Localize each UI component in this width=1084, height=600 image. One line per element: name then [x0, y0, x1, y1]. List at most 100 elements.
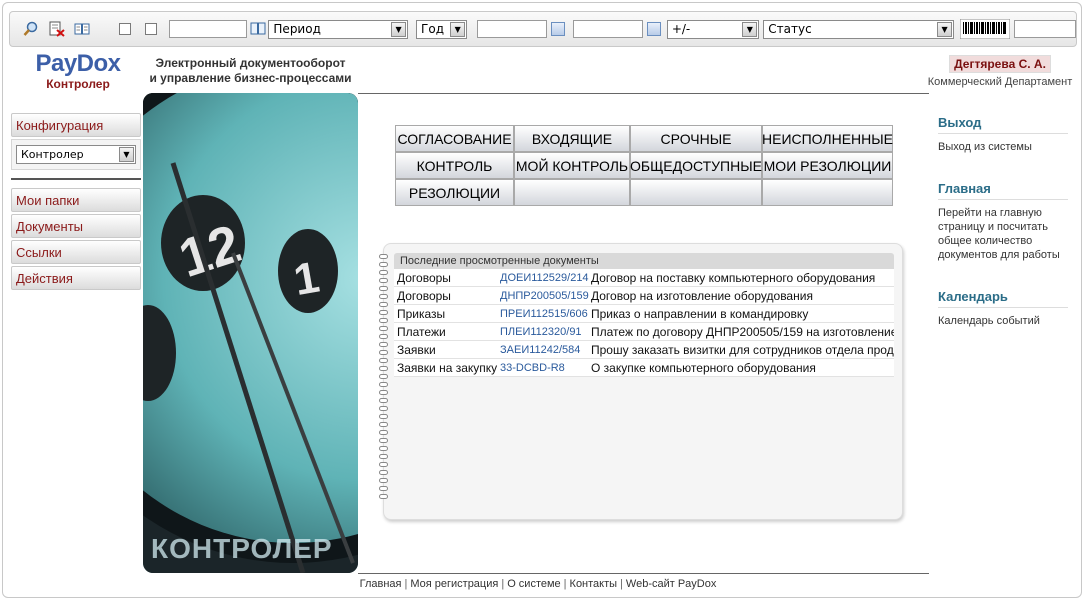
doc-type: Заявки — [397, 342, 436, 357]
table-row[interactable]: Платежи ПЛЕИ112320/91 Платеж по договору… — [394, 323, 894, 341]
category-urgent[interactable]: СРОЧНЫЕ — [630, 125, 762, 152]
footer-link-registration[interactable]: Моя регистрация — [410, 578, 498, 590]
footer-link-website[interactable]: Web-сайт PayDox — [626, 578, 716, 590]
nav-configuration[interactable]: Конфигурация — [11, 113, 141, 137]
recent-documents-list: Договоры ДОЕИ112529/214 Договор на поста… — [394, 269, 894, 377]
doc-code-link[interactable]: ДНПР200505/159 — [500, 290, 591, 302]
recent-documents-panel: Последние просмотренные документы Догово… — [379, 243, 903, 520]
category-my-control[interactable]: МОЙ КОНТРОЛЬ — [514, 152, 630, 179]
doc-title[interactable]: Платеж по договору ДНПР200505/159 на изг… — [591, 325, 894, 339]
footer-link-home[interactable]: Главная — [360, 578, 402, 590]
chevron-down-icon: ▼ — [391, 21, 407, 37]
chevron-down-icon: ▼ — [742, 21, 758, 37]
table-row[interactable]: Договоры ДНПР200505/159 Договор на изгот… — [394, 287, 894, 305]
user-info: Дегтярева С. А. Коммерческий Департамент — [925, 55, 1075, 88]
doc-type: Договоры — [397, 270, 451, 285]
footer-link-contacts[interactable]: Контакты — [570, 578, 618, 590]
role-select-wrap: Контролер ▼ — [11, 139, 141, 170]
category-my-resolutions[interactable]: МОИ РЕЗОЛЮЦИИ — [762, 152, 893, 179]
category-grid: СОГЛАСОВАНИЕ ВХОДЯЩИЕ СРОЧНЫЕ НЕИСПОЛНЕН… — [395, 125, 893, 206]
year-select-value: Год — [421, 22, 444, 36]
doc-code-link[interactable]: 33-DCBD-R8 — [500, 362, 591, 374]
date-from-input[interactable] — [477, 20, 548, 38]
doc-title[interactable]: Договор на изготовление оборудования — [591, 289, 894, 303]
sign-select[interactable]: +/- ▼ — [666, 19, 760, 39]
barcode-icon[interactable] — [960, 19, 1011, 39]
book-icon[interactable] — [249, 20, 267, 38]
toolbar: Период ▼ Год ▼ +/- ▼ Статус ▼ — [9, 11, 1077, 47]
filter-checkbox-1[interactable] — [119, 23, 131, 35]
year-select[interactable]: Год ▼ — [416, 19, 468, 39]
tagline: Электронный документооборот и управление… — [143, 56, 358, 86]
category-empty[interactable] — [630, 179, 762, 206]
calendar-icon[interactable] — [647, 22, 661, 36]
calendar-icon[interactable] — [551, 22, 566, 36]
user-department: Коммерческий Департамент — [927, 76, 1073, 88]
category-control[interactable]: КОНТРОЛЬ — [395, 152, 514, 179]
category-empty[interactable] — [762, 179, 893, 206]
calendar-link[interactable]: Календарь — [938, 289, 1068, 308]
nav-actions[interactable]: Действия — [11, 266, 141, 290]
date-to-input[interactable] — [573, 20, 644, 38]
logo[interactable]: PayDox Контролер — [33, 50, 123, 92]
status-select-value: Статус — [768, 22, 812, 36]
table-row[interactable]: Заявки ЗАЕИ11242/584 Прошу заказать визи… — [394, 341, 894, 359]
app-frame: Период ▼ Год ▼ +/- ▼ Статус ▼ PayDox Кон… — [2, 2, 1082, 598]
category-empty[interactable] — [514, 179, 630, 206]
search-text-input[interactable] — [168, 20, 247, 38]
category-public[interactable]: ОБЩЕДОСТУПНЫЕ — [630, 152, 762, 179]
doc-title[interactable]: Прошу заказать визитки для сотрудников о… — [591, 343, 894, 357]
doc-title[interactable]: Договор на поставку компьютерного оборуд… — [591, 271, 894, 285]
right-sidebar: Выход Выход из системы Главная Перейти н… — [938, 115, 1068, 355]
doc-code-link[interactable]: ДОЕИ112529/214 — [500, 272, 591, 284]
period-select[interactable]: Период ▼ — [268, 19, 409, 39]
clear-filter-icon[interactable] — [48, 20, 66, 38]
role-select-value: Контролер — [21, 148, 84, 161]
nav-divider — [11, 178, 141, 180]
category-unfulfilled[interactable]: НЕИСПОЛНЕННЫЕ — [762, 125, 893, 152]
category-resolutions[interactable]: РЕЗОЛЮЦИИ — [395, 179, 514, 206]
right-block-exit: Выход Выход из системы — [938, 115, 1068, 154]
nav-my-folders[interactable]: Мои папки — [11, 188, 141, 212]
nav-documents[interactable]: Документы — [11, 214, 141, 238]
table-row[interactable]: Заявки на закупку 33-DCBD-R8 О закупке к… — [394, 359, 894, 377]
filter-checkbox-2[interactable] — [144, 23, 157, 35]
chevron-down-icon: ▼ — [119, 147, 134, 162]
doc-type: Платежи — [397, 324, 446, 339]
chevron-down-icon: ▼ — [450, 21, 466, 37]
search-icon[interactable] — [22, 20, 40, 38]
doc-type: Договоры — [397, 288, 451, 303]
tagline-line-2: и управление бизнес-процессами — [149, 71, 352, 85]
logo-brand: PayDox — [35, 50, 121, 77]
doc-type: Заявки на закупку — [397, 360, 498, 375]
barcode-input[interactable] — [1014, 20, 1077, 38]
recent-documents-title: Последние просмотренные документы — [394, 253, 894, 269]
doc-code-link[interactable]: ПЛЕИ112320/91 — [500, 326, 591, 338]
right-block-calendar: Календарь Календарь событий — [938, 289, 1068, 328]
doc-code-link[interactable]: ЗАЕИ11242/584 — [500, 344, 591, 356]
role-select[interactable]: Контролер ▼ — [16, 145, 136, 164]
left-nav: Конфигурация Контролер ▼ Мои папки Докум… — [11, 113, 141, 292]
status-select[interactable]: Статус ▼ — [763, 19, 955, 39]
user-name[interactable]: Дегтярева С. А. — [949, 55, 1051, 73]
category-approval[interactable]: СОГЛАСОВАНИЕ — [395, 125, 514, 152]
footer: Главная | Моя регистрация | О системе | Контак… — [359, 578, 717, 590]
chevron-down-icon: ▼ — [937, 21, 953, 37]
table-row[interactable]: Договоры ДОЕИ112529/214 Договор на поста… — [394, 269, 894, 287]
document-view-icon[interactable] — [73, 20, 91, 38]
category-incoming[interactable]: ВХОДЯЩИЕ — [514, 125, 630, 152]
hero-clock-image: 12 1 КОНТРОЛЕР — [143, 93, 358, 573]
footer-link-about[interactable]: О системе — [507, 578, 560, 590]
doc-type: Приказы — [397, 306, 446, 321]
nav-links[interactable]: Ссылки — [11, 240, 141, 264]
doc-code-link[interactable]: ПРЕИ112515/606 — [500, 308, 591, 320]
exit-description: Выход из системы — [938, 141, 1032, 153]
home-link[interactable]: Главная — [938, 181, 1068, 200]
doc-title[interactable]: Приказ о направлении в командировку — [591, 307, 894, 321]
doc-title[interactable]: О закупке компьютерного оборудования — [591, 361, 894, 375]
table-row[interactable]: Приказы ПРЕИ112515/606 Приказ о направле… — [394, 305, 894, 323]
content-top-divider — [358, 93, 929, 94]
logo-role: Контролер — [46, 77, 110, 91]
right-block-home: Главная Перейти на главную страницу и по… — [938, 181, 1068, 262]
exit-link[interactable]: Выход — [938, 115, 1068, 134]
